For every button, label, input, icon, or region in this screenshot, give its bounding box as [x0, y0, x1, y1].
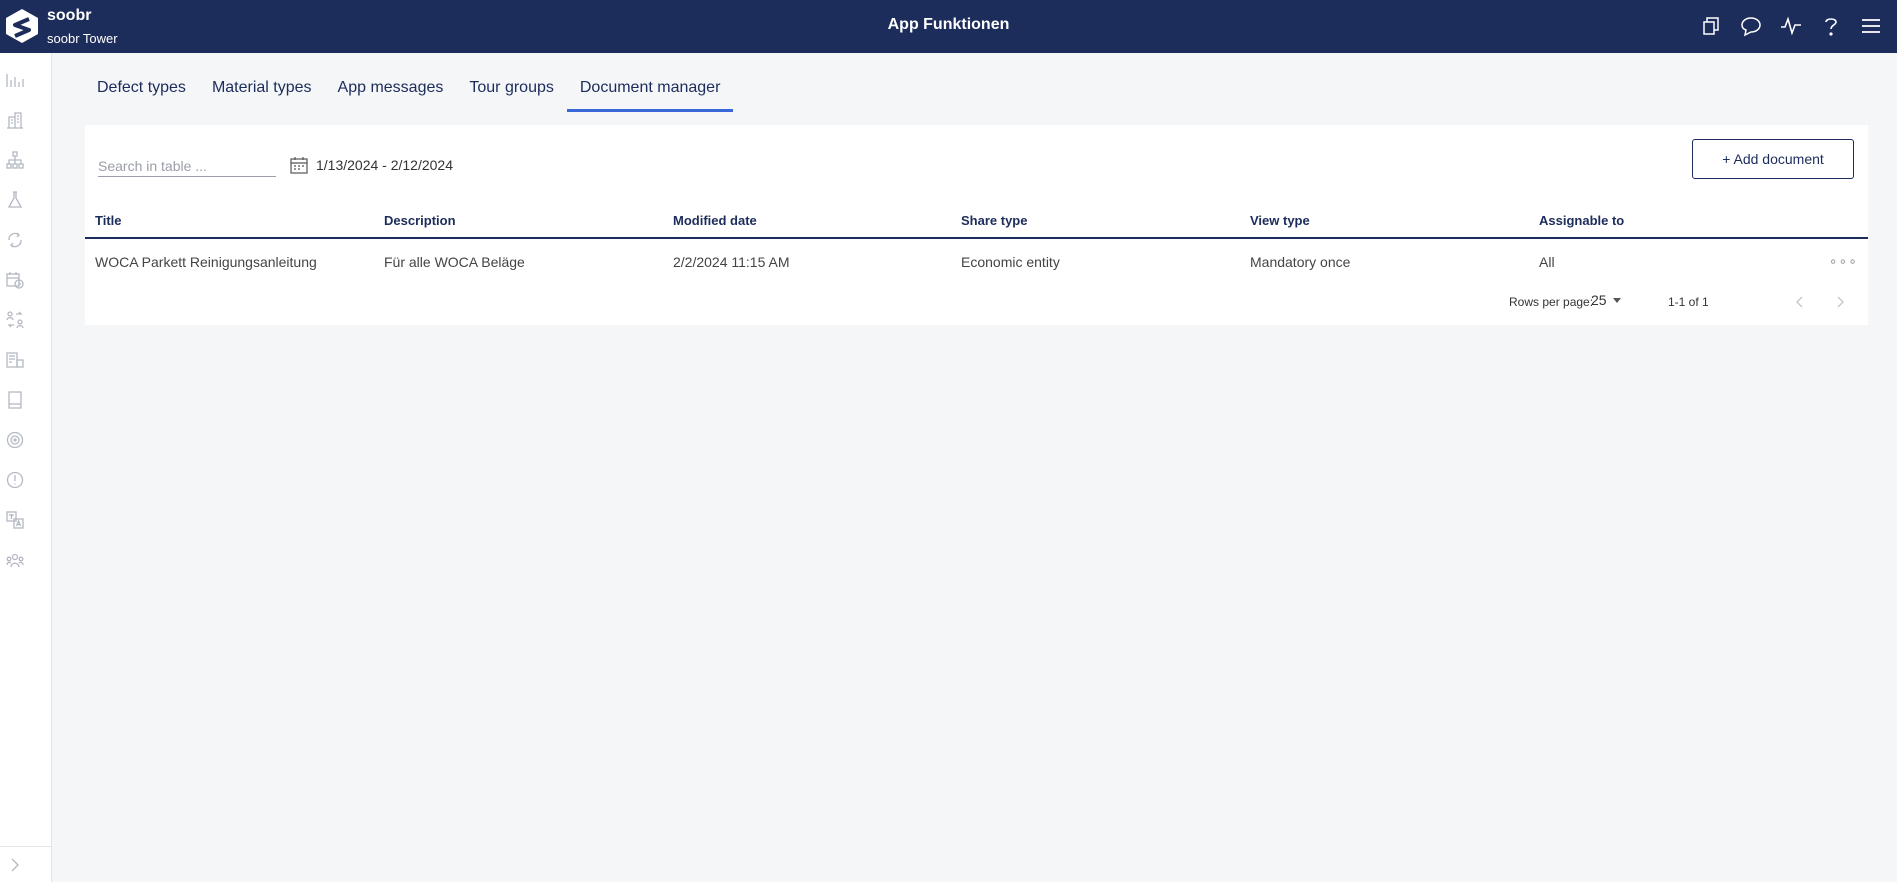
alert-icon[interactable] [4, 469, 26, 491]
copy-icon[interactable] [1699, 13, 1723, 39]
cell-share-type: Economic entity [961, 254, 1060, 270]
chevron-right-icon[interactable] [4, 854, 26, 876]
date-range-text: 1/13/2024 - 2/12/2024 [316, 157, 454, 173]
calendar-icon [290, 157, 308, 174]
column-header-modified-date[interactable]: Modified date [673, 213, 757, 228]
add-document-button[interactable]: + Add document [1692, 139, 1854, 179]
rows-per-page-select[interactable]: 25 [1591, 292, 1621, 308]
menu-icon[interactable] [1859, 13, 1883, 39]
site-name[interactable]: soobr Tower [47, 31, 118, 46]
soobr-logo[interactable] [4, 8, 40, 44]
column-header-title[interactable]: Title [95, 213, 122, 228]
hierarchy-icon[interactable] [4, 149, 26, 171]
date-range-picker[interactable]: 1/13/2024 - 2/12/2024 [290, 156, 453, 174]
lab-icon[interactable] [4, 189, 26, 211]
tab-material-types[interactable]: Material types [199, 63, 325, 112]
pagination: Rows per page: 25 1-1 of 1 [1468, 286, 1868, 316]
tab-defect-types[interactable]: Defect types [84, 63, 199, 112]
search-input[interactable] [98, 155, 276, 177]
row-more-icon[interactable]: ∘∘∘ [1829, 253, 1858, 270]
page-title: App Funktionen [887, 16, 1010, 33]
table-row[interactable]: WOCA Parkett Reinigungsanleitung Für all… [85, 239, 1868, 286]
tab-document-manager[interactable]: Document manager [566, 63, 734, 112]
analytics-icon[interactable] [4, 69, 26, 91]
sync-icon[interactable] [4, 229, 26, 251]
document-building-icon[interactable] [4, 349, 26, 371]
brand-name: soobr [47, 7, 92, 24]
activity-icon[interactable] [1779, 13, 1803, 39]
sidebar [0, 53, 52, 882]
column-header-share-type[interactable]: Share type [961, 213, 1027, 228]
column-header-view-type[interactable]: View type [1250, 213, 1310, 228]
cell-description: Für alle WOCA Beläge [384, 254, 525, 270]
rows-per-page-label: Rows per page: [1509, 295, 1594, 309]
user-swap-icon[interactable] [4, 309, 26, 331]
tab-tour-groups[interactable]: Tour groups [456, 63, 567, 112]
next-page-icon[interactable] [1828, 290, 1852, 314]
cell-view-type: Mandatory once [1250, 254, 1351, 270]
target-icon[interactable] [4, 429, 26, 451]
sidebar-footer [0, 846, 52, 882]
help-icon[interactable] [1819, 13, 1843, 39]
previous-page-icon[interactable] [1788, 290, 1812, 314]
cell-title: WOCA Parkett Reinigungsanleitung [95, 254, 317, 270]
top-bar: soobr soobr Tower App Funktionen [0, 0, 1897, 53]
translate-icon[interactable] [4, 509, 26, 531]
column-header-assignable-to[interactable]: Assignable to [1539, 213, 1624, 228]
page-count: 1-1 of 1 [1668, 295, 1709, 309]
building-icon[interactable] [4, 109, 26, 131]
caret-down-icon [1612, 297, 1621, 303]
book-icon[interactable] [4, 389, 26, 411]
cell-modified-date: 2/2/2024 11:15 AM [673, 254, 790, 270]
tab-bar: Defect types Material types App messages… [84, 63, 733, 112]
tab-app-messages[interactable]: App messages [325, 63, 457, 112]
rows-per-page-value: 25 [1591, 292, 1607, 308]
document-table-card: 1/13/2024 - 2/12/2024 + Add document Tit… [85, 125, 1868, 325]
calendar-clock-icon[interactable] [4, 269, 26, 291]
column-header-description[interactable]: Description [384, 213, 456, 228]
cell-assignable-to: All [1539, 254, 1555, 270]
table-header: Title Description Modified date Share ty… [85, 203, 1868, 239]
chat-icon[interactable] [1739, 13, 1763, 39]
team-icon[interactable] [4, 549, 26, 571]
